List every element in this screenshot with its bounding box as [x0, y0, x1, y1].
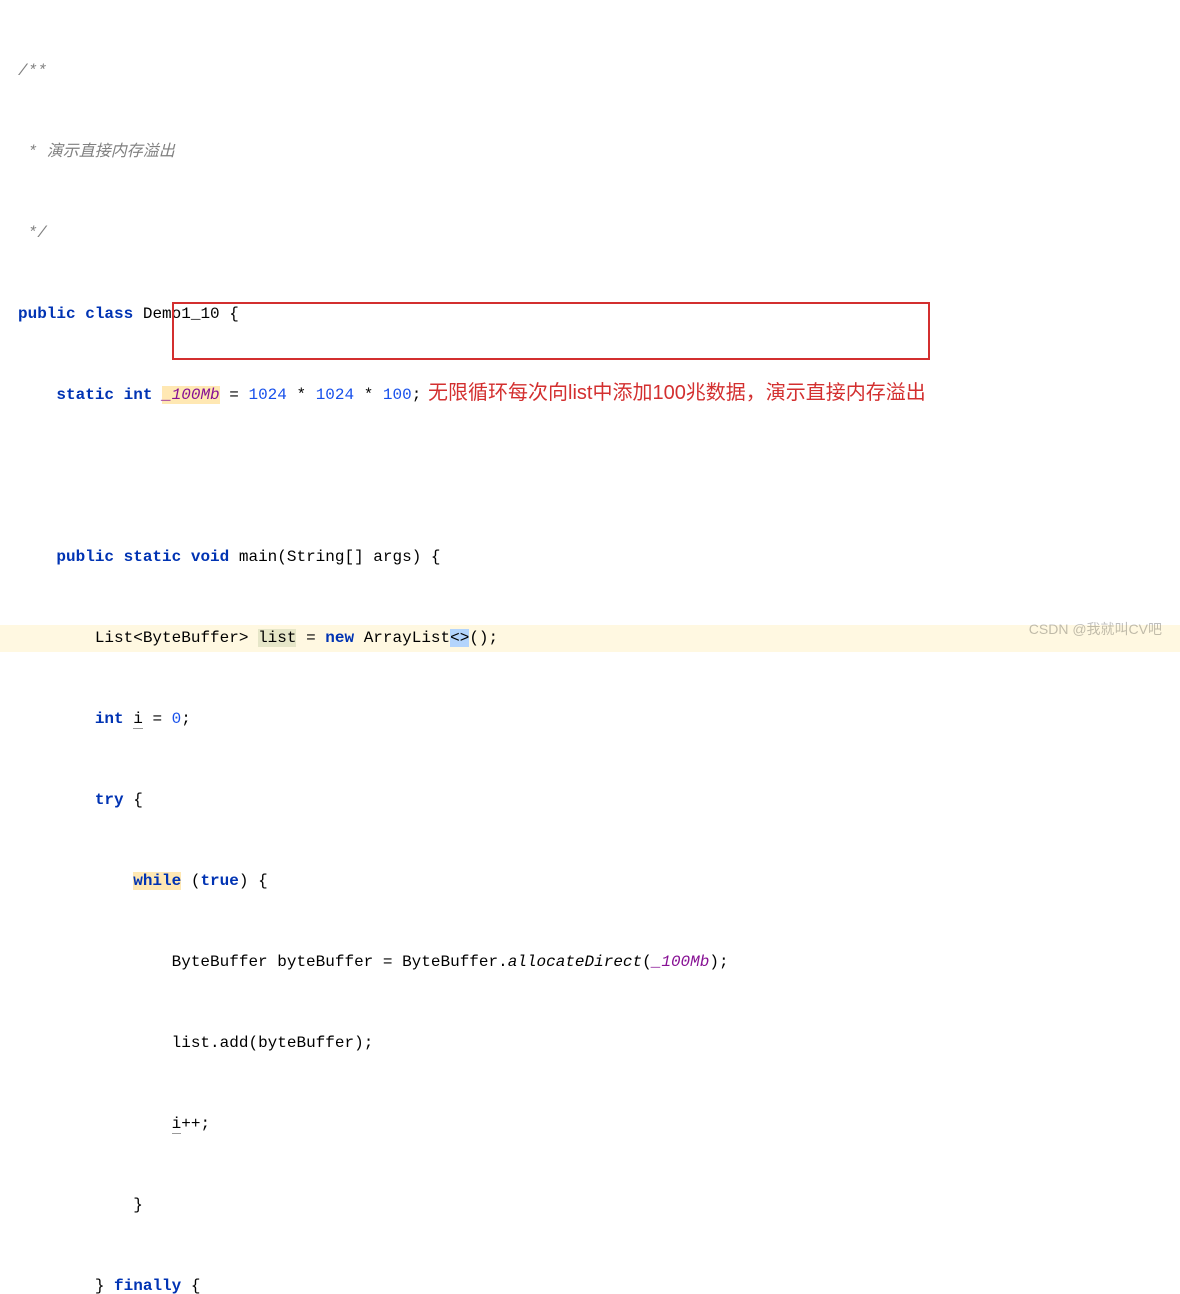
brace: { — [229, 305, 239, 323]
code-line: int i = 0; — [0, 706, 1180, 733]
keyword-public: public — [18, 305, 76, 323]
number-literal: 0 — [172, 710, 182, 728]
code-line: ByteBuffer byteBuffer = ByteBuffer.alloc… — [0, 949, 1180, 976]
code-line: */ — [0, 220, 1180, 247]
code-editor[interactable]: /** * 演示直接内存溢出 */ public class Demo1_10 … — [0, 0, 1180, 1294]
method-add: add — [220, 1034, 249, 1052]
keyword-while: while — [133, 872, 181, 890]
comment-text: */ — [18, 224, 47, 242]
code-line: public class Demo1_10 { — [0, 301, 1180, 328]
code-line: } — [0, 1192, 1180, 1219]
number-literal: 100 — [383, 386, 412, 404]
var-bytebuffer: byteBuffer — [277, 953, 373, 971]
method-allocate-direct: allocateDirect — [508, 953, 642, 971]
var-list-ref: list — [172, 1034, 210, 1052]
field-100mb-ref: _100Mb — [652, 953, 710, 971]
code-line: public static void main(String[] args) { — [0, 544, 1180, 571]
number-literal: 1024 — [248, 386, 286, 404]
keyword-new: new — [325, 629, 354, 647]
type-list: List — [95, 629, 133, 647]
comment-text: /** — [18, 62, 47, 80]
type-bytebuffer: ByteBuffer — [143, 629, 239, 647]
code-line-current: List<ByteBuffer> list = new ArrayList<>(… — [0, 625, 1180, 652]
watermark: CSDN @我就叫CV吧 — [1029, 619, 1162, 639]
keyword-true: true — [200, 872, 238, 890]
code-line: while (true) { — [0, 868, 1180, 895]
field-100mb: _100Mb — [162, 386, 220, 404]
code-line-blank — [0, 463, 1180, 490]
comment-text: * 演示直接内存溢出 — [18, 143, 175, 161]
method-main: main — [239, 548, 277, 566]
keyword-finally: finally — [114, 1277, 181, 1294]
keyword-int: int — [124, 386, 153, 404]
param-args: String[] args — [287, 548, 412, 566]
keyword-try: try — [95, 791, 124, 809]
var-list: list — [258, 629, 296, 647]
code-line: * 演示直接内存溢出 — [0, 139, 1180, 166]
code-line: i++; — [0, 1111, 1180, 1138]
number-literal: 1024 — [316, 386, 354, 404]
type-bytebuffer: ByteBuffer — [172, 953, 268, 971]
keyword-void: void — [191, 548, 229, 566]
code-line: } finally { — [0, 1273, 1180, 1294]
keyword-public: public — [56, 548, 114, 566]
var-bytebuffer-ref: byteBuffer — [258, 1034, 354, 1052]
keyword-int: int — [95, 710, 124, 728]
code-line: try { — [0, 787, 1180, 814]
keyword-static: static — [124, 548, 182, 566]
keyword-static: static — [56, 386, 114, 404]
keyword-class: class — [85, 305, 133, 323]
var-i-ref: i — [172, 1115, 182, 1134]
var-i: i — [133, 710, 143, 729]
annotation-label: 无限循环每次向list中添加100兆数据，演示直接内存溢出 — [428, 376, 926, 405]
code-line: list.add(byteBuffer); — [0, 1030, 1180, 1057]
diamond-operator: <> — [450, 629, 469, 647]
class-name: Demo1_10 — [143, 305, 220, 323]
code-line: /** — [0, 58, 1180, 85]
type-bytebuffer: ByteBuffer — [402, 953, 498, 971]
type-arraylist: ArrayList — [364, 629, 450, 647]
